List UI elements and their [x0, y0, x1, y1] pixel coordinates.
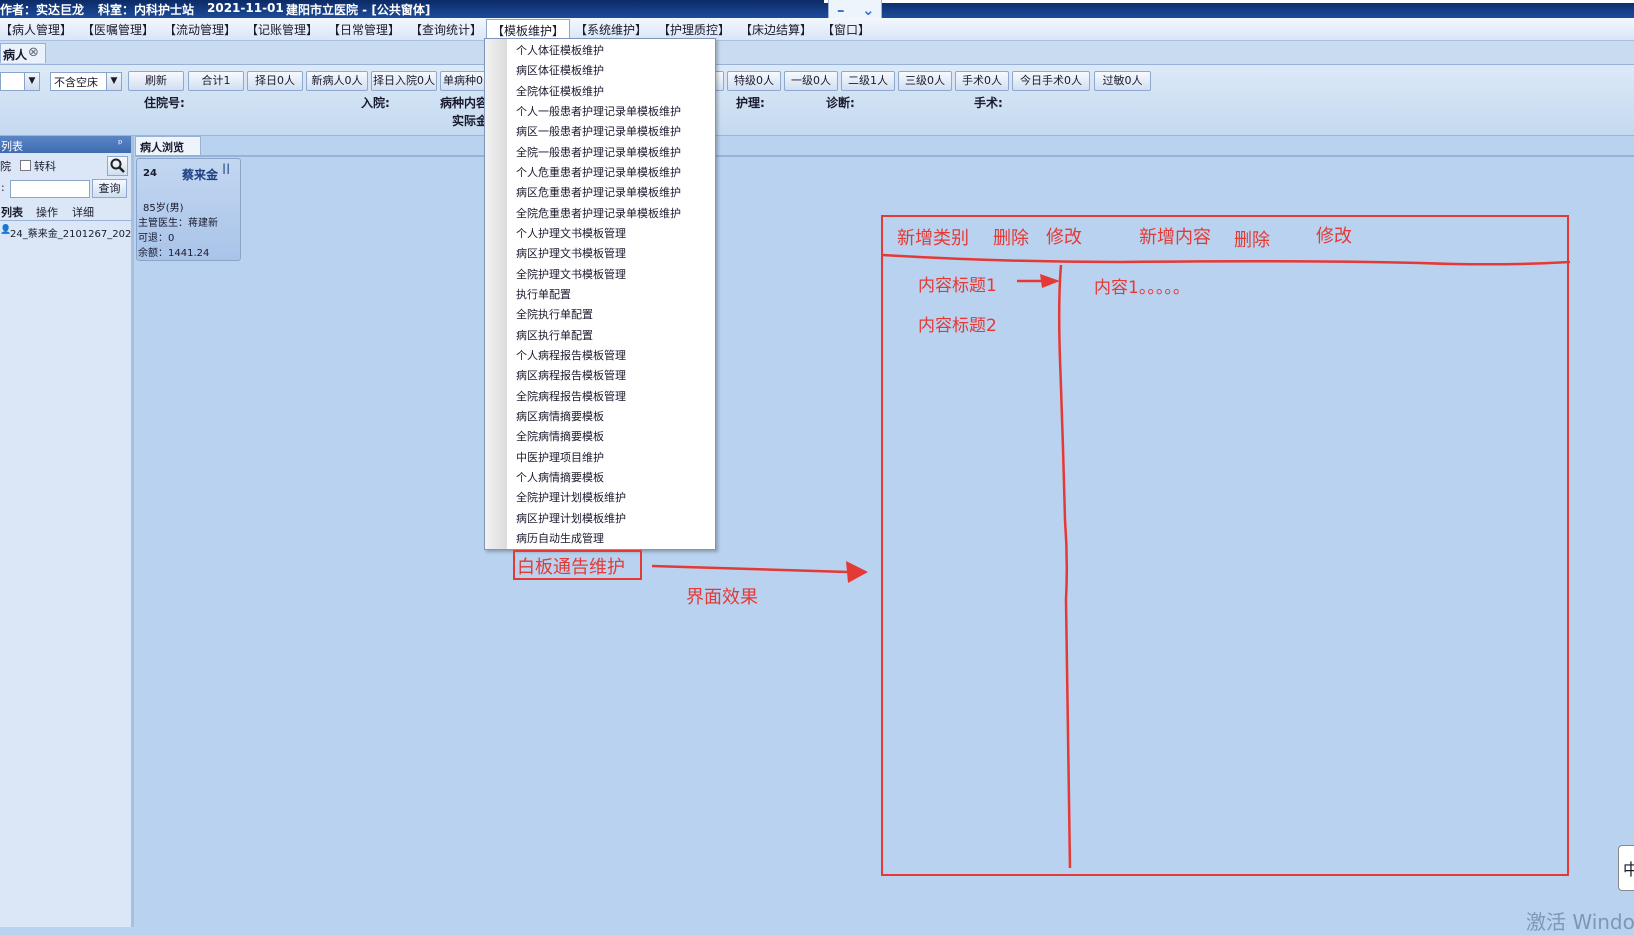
mock-add-content-button: 新增内容 — [1139, 227, 1211, 248]
activation-watermark: 激活 Windo — [1526, 910, 1634, 934]
mock-delete-category-button: 删除 — [993, 228, 1029, 249]
mock-add-category-button: 新增类别 — [897, 228, 969, 249]
ime-mode-label: 中 — [1623, 860, 1634, 879]
arrow-head-icon — [846, 561, 868, 583]
mock-delete-content-button: 删除 — [1234, 230, 1270, 251]
ime-indicator[interactable]: 中 — [1618, 845, 1634, 891]
mock-content-text: 内容1。。。。。 — [1094, 278, 1190, 298]
annotation-arrow-to-mockup — [651, 564, 849, 574]
mock-edit-content-button: 修改 — [1316, 226, 1352, 247]
mock-content-title-2: 内容标题2 — [918, 316, 997, 336]
mock-content-title-1: 内容标题1 — [918, 276, 997, 296]
mock-edit-category-button: 修改 — [1046, 227, 1082, 248]
mockup-frame: 新增类别 删除 修改 新增内容 删除 修改 内容标题1 内容标题2 内容1。。。… — [881, 215, 1569, 876]
